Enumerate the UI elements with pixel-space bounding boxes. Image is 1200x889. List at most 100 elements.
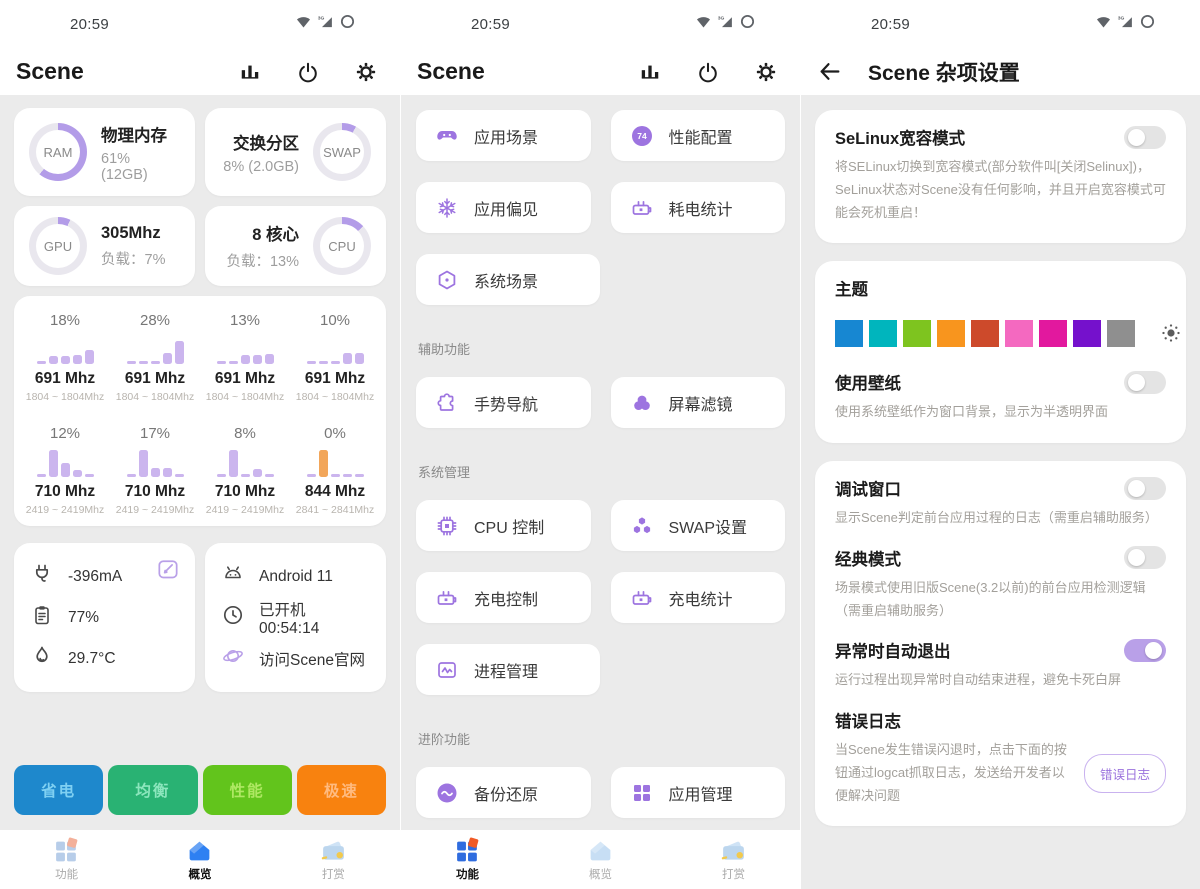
grid-icon [53, 837, 80, 864]
button-swap-settings[interactable]: SWAP设置 [611, 500, 786, 551]
core-bar [253, 469, 262, 477]
cpu-cores-card[interactable]: 18%691 Mhz1804 ~ 1804Mhz28%691 Mhz1804 ~… [14, 296, 386, 526]
errorlog-button[interactable]: 错误日志 [1084, 754, 1166, 793]
button-charge-control[interactable]: 充电控制 [416, 572, 591, 623]
profile-button[interactable]: 极速 [297, 765, 386, 815]
wifi-icon [1095, 13, 1112, 35]
power-icon[interactable] [697, 61, 719, 83]
gear-icon[interactable] [755, 61, 777, 83]
button-backup-restore[interactable]: 备份还原 [416, 767, 591, 818]
debug-toggle[interactable] [1124, 477, 1166, 500]
core-bar [217, 474, 226, 477]
wifi-icon [295, 13, 312, 35]
core-bar [175, 341, 184, 364]
core-load: 10% [290, 312, 380, 329]
button-app-bias[interactable]: 应用偏见 [416, 182, 591, 233]
wallpaper-toggle[interactable] [1124, 371, 1166, 394]
wallpaper-desc: 使用系统壁纸作为窗口背景，显示为半透明界面 [835, 401, 1166, 424]
gear-icon[interactable] [355, 61, 377, 83]
nav-item-functions[interactable]: 功能 [0, 837, 133, 882]
theme-swatch[interactable] [1073, 320, 1101, 347]
ram-card[interactable]: RAM 物理内存 61% (12GB) [14, 108, 195, 196]
nav-item-functions[interactable]: 功能 [401, 837, 534, 882]
autoexit-toggle[interactable] [1124, 639, 1166, 662]
status-bar: 20:59 3G [401, 0, 800, 48]
gpu-card[interactable]: GPU 305Mhz 负载：7% [14, 206, 195, 286]
profile-button[interactable]: 省电 [14, 765, 103, 815]
cpu-card[interactable]: CPU 8 核心 负载：13% [205, 206, 386, 286]
battery-card[interactable]: -396mA 77% 29.7°C [14, 543, 195, 692]
core-bar [343, 474, 352, 477]
button-app-mgmt[interactable]: 应用管理 [611, 767, 786, 818]
cpu-core-cell: 18%691 Mhz1804 ~ 1804Mhz [20, 312, 110, 403]
button-sys-scene[interactable]: 系统场景 [416, 254, 600, 305]
theme-swatch[interactable] [1005, 320, 1033, 347]
svg-text:3G: 3G [1118, 15, 1125, 21]
theme-card: 主题 使用壁纸 使用系统壁纸作为窗口背景，显示为半透明界面 [815, 261, 1186, 443]
classic-desc: 场景模式使用旧版Scene(3.2以前)的前台应用检测逻辑（需重启辅助服务） [835, 577, 1166, 623]
core-bar [85, 474, 94, 477]
theme-swatch[interactable] [937, 320, 965, 347]
nav-item-overview[interactable]: 概览 [133, 837, 266, 882]
edit-icon[interactable] [155, 556, 181, 587]
cpu-core-cell: 13%691 Mhz1804 ~ 1804Mhz [200, 312, 290, 403]
classic-toggle[interactable] [1124, 546, 1166, 569]
swap-ring: SWAP [313, 123, 371, 181]
bottom-nav: 功能 概览 打赏 [401, 830, 800, 889]
button-cpu-control[interactable]: CPU 控制 [416, 500, 591, 551]
core-load: 17% [110, 425, 200, 442]
battery-temp: 29.7°C [68, 650, 116, 668]
debug-title: 调试窗口 [835, 476, 901, 500]
theme-swatch[interactable] [869, 320, 897, 347]
theme-swatch[interactable] [903, 320, 931, 347]
cellular-3g-icon: 3G [1117, 13, 1134, 35]
panel-overview: 20:59 3G Scene RAM 物理内存 61% (12GB) SW [0, 0, 400, 889]
core-load-bars [200, 447, 290, 477]
apps-grid-icon [630, 781, 654, 805]
nav-label: 功能 [55, 866, 78, 882]
selinux-toggle[interactable] [1124, 126, 1166, 149]
gamepad-icon [435, 124, 459, 148]
button-gesture-nav[interactable]: 手势导航 [416, 377, 591, 428]
website-link[interactable]: 访问Scene官网 [221, 638, 370, 679]
theme-swatch[interactable] [1039, 320, 1067, 347]
theme-swatch[interactable] [971, 320, 999, 347]
classic-title: 经典模式 [835, 546, 901, 570]
button-power-stats[interactable]: 耗电统计 [611, 182, 786, 233]
nav-item-donate[interactable]: 打赏 [267, 837, 400, 882]
core-load: 12% [20, 425, 110, 442]
system-card[interactable]: Android 11 已开机 00:54:14 访问Scene官网 [205, 543, 386, 692]
core-bar [163, 468, 172, 477]
nav-item-overview[interactable]: 概览 [534, 837, 667, 882]
stats-icon[interactable] [639, 61, 661, 83]
ram-value: 61% (12GB) [101, 151, 180, 183]
sun-icon[interactable] [1159, 321, 1183, 345]
power-icon[interactable] [297, 61, 319, 83]
swap-title: 交换分区 [223, 130, 299, 154]
android-version: Android 11 [259, 568, 333, 586]
button-process-mgmt[interactable]: 进程管理 [416, 644, 600, 695]
theme-swatch[interactable] [1107, 320, 1135, 347]
nav-item-donate[interactable]: 打赏 [667, 837, 800, 882]
stats-icon[interactable] [239, 61, 261, 83]
profile-button[interactable]: 均衡 [108, 765, 197, 815]
button-charge-stats[interactable]: 充电统计 [611, 572, 786, 623]
core-frequency: 691 Mhz [200, 370, 290, 388]
core-bar [127, 474, 136, 477]
core-frequency: 710 Mhz [20, 483, 110, 501]
cpu-core-cell: 17%710 Mhz2419 ~ 2419Mhz [110, 425, 200, 516]
swap-card[interactable]: SWAP 交换分区 8% (2.0GB) [205, 108, 386, 196]
core-bar [49, 450, 58, 477]
back-icon[interactable] [817, 59, 842, 84]
button-perf-config[interactable]: 74 性能配置 [611, 110, 786, 161]
theme-swatch[interactable] [835, 320, 863, 347]
nav-label: 打赏 [322, 866, 345, 882]
cpu-core-cell: 8%710 Mhz2419 ~ 2419Mhz [200, 425, 290, 516]
profile-button[interactable]: 性能 [203, 765, 292, 815]
core-bar [151, 361, 160, 364]
button-app-scene[interactable]: 应用场景 [416, 110, 591, 161]
core-bar [319, 361, 328, 364]
battery-level-icon [30, 603, 54, 632]
uptime-text: 已开机 00:54:14 [259, 598, 370, 638]
button-screen-filter[interactable]: 屏幕滤镜 [611, 377, 786, 428]
